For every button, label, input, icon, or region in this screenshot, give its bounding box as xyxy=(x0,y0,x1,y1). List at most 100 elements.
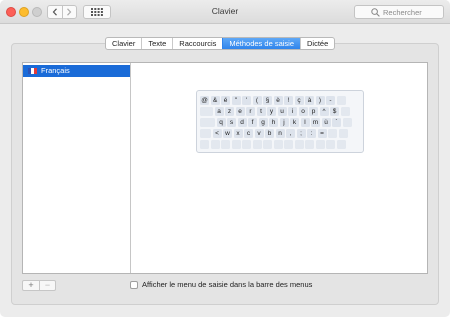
keyboard-key xyxy=(336,96,346,105)
keyboard-key xyxy=(200,129,211,138)
keyboard-key: & xyxy=(210,96,220,105)
keyboard-key xyxy=(200,107,213,116)
input-source-list[interactable]: Français xyxy=(23,63,131,273)
keyboard-key: ) xyxy=(315,96,325,105)
keyboard-key: e xyxy=(235,107,245,116)
tab-methodes-de-saisie[interactable]: Méthodes de saisie xyxy=(222,38,300,49)
minimize-window-button[interactable] xyxy=(19,7,29,17)
keyboard-key: - xyxy=(326,96,335,105)
close-window-button[interactable] xyxy=(6,7,16,17)
keyboard-layout-preview: @ & é " '(§ è! ç à) - a z e r t y u i o p ^ $ q s d f g h j k l m ù ` < w x… xyxy=(196,90,364,153)
back-button[interactable] xyxy=(48,6,62,18)
keyboard-key: ; xyxy=(296,129,306,138)
keyboard-key xyxy=(252,140,262,149)
keyboard-key: m xyxy=(311,118,320,127)
keyboard-key: a xyxy=(214,107,224,116)
keyboard-key: ( xyxy=(252,96,262,105)
search-icon xyxy=(371,8,380,17)
keyboard-key: b xyxy=(265,129,274,138)
remove-input-source-button[interactable]: − xyxy=(39,281,55,290)
title-bar: Clavier xyxy=(0,0,450,24)
keyboard-key: è xyxy=(273,96,283,105)
keyboard-key xyxy=(210,140,220,149)
keyboard-key: @ xyxy=(200,96,209,105)
keyboard-key: z xyxy=(225,107,234,116)
show-input-menu-option[interactable]: Afficher le menu de saisie dans la barre… xyxy=(130,280,312,289)
keyboard-key: p xyxy=(309,107,318,116)
keyboard-key xyxy=(342,118,352,127)
keyboard-key: y xyxy=(267,107,276,116)
keyboard-key xyxy=(200,118,215,127)
keyboard-key xyxy=(336,140,346,149)
keyboard-key xyxy=(263,140,272,149)
window-title: Clavier xyxy=(211,6,239,16)
keyboard-key: " xyxy=(231,96,241,105)
search-input[interactable] xyxy=(383,7,441,18)
keyboard-key: s xyxy=(227,118,236,127)
keyboard-key: , xyxy=(286,129,295,138)
show-input-menu-label: Afficher le menu de saisie dans la barre… xyxy=(142,280,313,289)
keyboard-key: ! xyxy=(284,96,293,105)
keyboard-key: c xyxy=(244,129,253,138)
tab-raccourcis[interactable]: Raccourcis xyxy=(172,38,222,49)
keyboard-key xyxy=(284,140,293,149)
keyboard-key: i xyxy=(288,107,297,116)
tab-clavier[interactable]: Clavier xyxy=(106,38,141,49)
zoom-window-button[interactable] xyxy=(32,7,42,17)
chevron-right-icon xyxy=(67,8,72,16)
keyboard-key xyxy=(338,129,348,138)
keyboard-key xyxy=(200,140,209,149)
keyboard-key: é xyxy=(221,96,230,105)
keyboard-key: ç xyxy=(294,96,304,105)
keyboard-row xyxy=(200,140,346,149)
keyboard-key: j xyxy=(279,118,289,127)
show-input-menu-checkbox[interactable] xyxy=(130,280,138,289)
tab-dictee[interactable]: Dictée xyxy=(300,38,334,49)
keyboard-key: ^ xyxy=(319,107,329,116)
keyboard-key xyxy=(326,140,335,149)
keyboard-key: = xyxy=(317,129,327,138)
keyboard-key: : xyxy=(307,129,316,138)
french-flag-icon xyxy=(28,68,37,74)
keyboard-key: u xyxy=(277,107,287,116)
keyboard-key: t xyxy=(256,107,266,116)
keyboard-key: d xyxy=(237,118,247,127)
keyboard-key: x xyxy=(233,129,243,138)
grid-icon xyxy=(91,8,103,16)
tab-texte[interactable]: Texte xyxy=(141,38,172,49)
keyboard-row: a z e r t y u i o p ^ $ xyxy=(200,107,350,116)
add-input-source-button[interactable]: + xyxy=(23,281,39,290)
keyboard-key: ` xyxy=(332,118,341,127)
add-remove-buttons: + − xyxy=(22,280,56,291)
forward-button[interactable] xyxy=(61,6,76,18)
keyboard-key: h xyxy=(269,118,278,127)
keyboard-row: @ & é " '(§ è! ç à) - xyxy=(200,96,346,105)
navigation-buttons xyxy=(47,5,77,19)
keyboard-key: § xyxy=(263,96,272,105)
keyboard-key xyxy=(221,140,230,149)
keyboard-key xyxy=(328,129,337,138)
keyboard-key: o xyxy=(298,107,308,116)
tab-bar: Clavier Texte Raccourcis Méthodes de sai… xyxy=(105,37,336,50)
keyboard-key: n xyxy=(275,129,285,138)
keyboard-key xyxy=(305,140,314,149)
keyboard-key: f xyxy=(248,118,257,127)
keyboard-key: $ xyxy=(330,107,339,116)
keyboard-key: ù xyxy=(321,118,331,127)
keyboard-key xyxy=(273,140,283,149)
input-source-label: Français xyxy=(41,66,70,75)
keyboard-key xyxy=(315,140,325,149)
keyboard-key: à xyxy=(305,96,314,105)
keyboard-key xyxy=(294,140,304,149)
keyboard-key: w xyxy=(223,129,232,138)
chevron-left-icon xyxy=(52,8,57,16)
keyboard-key: k xyxy=(290,118,299,127)
show-all-button[interactable] xyxy=(83,5,111,19)
keyboard-key: ' xyxy=(242,96,251,105)
search-field[interactable] xyxy=(354,5,444,19)
keyboard-row: q s d f g h j k l m ù ` xyxy=(200,118,352,127)
keyboard-preferences-window: Clavier Clavier Texte Raccourcis Méthode… xyxy=(0,0,450,317)
keyboard-key: r xyxy=(246,107,255,116)
keyboard-key: v xyxy=(254,129,264,138)
input-source-row-francais[interactable]: Français xyxy=(23,65,130,77)
